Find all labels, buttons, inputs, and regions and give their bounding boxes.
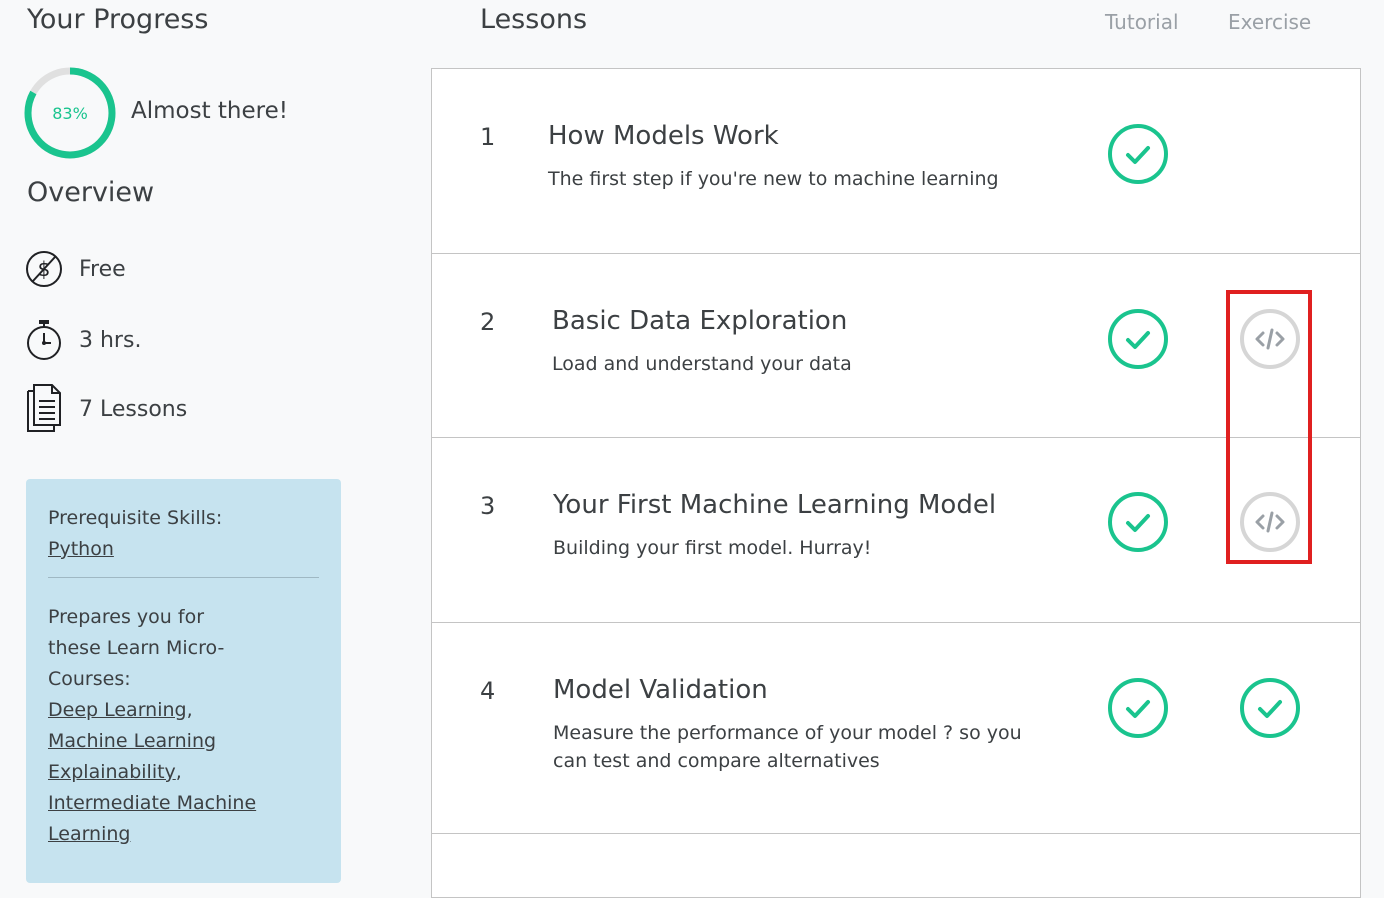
lesson-description: The first step if you're new to machine … bbox=[548, 168, 999, 190]
course-link-intermediate-ml[interactable]: Intermediate Machine Learning bbox=[48, 792, 256, 845]
lesson-title[interactable]: How Models Work bbox=[548, 121, 779, 151]
prereq-label: Prerequisite Skills: bbox=[48, 507, 223, 529]
lesson-number: 1 bbox=[480, 123, 496, 151]
prepares-label: Prepares you for these Learn Micro-Cours… bbox=[48, 606, 225, 690]
lessons-title: Lessons bbox=[480, 4, 588, 35]
course-link-deep-learning[interactable]: Deep Learning bbox=[48, 699, 187, 721]
overview-item-label: 7 Lessons bbox=[79, 396, 188, 422]
lesson-description: Measure the performance of your model ? … bbox=[553, 722, 1022, 772]
highlight-box bbox=[1226, 290, 1312, 564]
lesson-row[interactable]: 4 Model Validation Measure the performan… bbox=[432, 623, 1360, 834]
tutorial-complete-check-icon[interactable] bbox=[1107, 308, 1169, 370]
lesson-row[interactable]: 2 Basic Data Exploration Load and unders… bbox=[432, 254, 1360, 438]
lesson-row[interactable]: 3 Your First Machine Learning Model Buil… bbox=[432, 438, 1360, 623]
divider bbox=[48, 577, 319, 578]
lesson-title[interactable]: Basic Data Exploration bbox=[552, 306, 847, 336]
lesson-number: 2 bbox=[480, 308, 496, 336]
overview-title: Overview bbox=[27, 177, 155, 208]
lesson-row[interactable]: 1 How Models Work The first step if you'… bbox=[432, 69, 1360, 254]
course-link-ml-explainability[interactable]: Machine Learning Explainability bbox=[48, 730, 216, 783]
stopwatch-icon bbox=[24, 318, 64, 362]
no-dollar-icon: $ bbox=[24, 247, 64, 291]
overview-item-cost: $ Free bbox=[24, 247, 126, 291]
column-header-exercise: Exercise bbox=[1228, 10, 1312, 34]
column-header-tutorial: Tutorial bbox=[1105, 10, 1179, 34]
prerequisites-box: Prerequisite Skills: Python Prepares you… bbox=[26, 479, 341, 883]
lesson-number: 3 bbox=[480, 492, 496, 520]
progress-percent: 83% bbox=[52, 103, 88, 123]
progress-title: Your Progress bbox=[27, 4, 209, 35]
tutorial-complete-check-icon[interactable] bbox=[1107, 123, 1169, 185]
lesson-description: Load and understand your data bbox=[552, 353, 852, 375]
overview-item-lessons: 7 Lessons bbox=[24, 384, 188, 432]
lesson-description: Building your first model. Hurray! bbox=[553, 537, 872, 559]
lessons-table: 1 How Models Work The first step if you'… bbox=[431, 68, 1361, 898]
tutorial-complete-check-icon[interactable] bbox=[1107, 677, 1169, 739]
document-icon bbox=[24, 384, 64, 432]
overview-item-label: 3 hrs. bbox=[79, 327, 142, 353]
prereq-link-python[interactable]: Python bbox=[48, 538, 114, 560]
overview-item-duration: 3 hrs. bbox=[24, 318, 141, 362]
progress-message: Almost there! bbox=[131, 98, 288, 124]
lesson-number: 4 bbox=[480, 677, 496, 705]
exercise-complete-check-icon[interactable] bbox=[1239, 677, 1301, 739]
lesson-title[interactable]: Model Validation bbox=[553, 675, 768, 705]
lesson-title[interactable]: Your First Machine Learning Model bbox=[553, 490, 996, 520]
course-links: Deep Learning, Machine Learning Explaina… bbox=[48, 699, 257, 845]
tutorial-complete-check-icon[interactable] bbox=[1107, 491, 1169, 553]
overview-item-label: Free bbox=[79, 256, 126, 282]
